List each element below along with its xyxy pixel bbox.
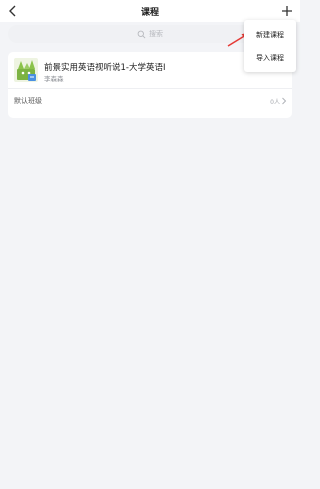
course-teacher: 李森森: [44, 75, 64, 83]
menu-item-new-course[interactable]: 新建课程: [244, 24, 296, 46]
search-placeholder: 搜索: [149, 30, 163, 38]
course-name[interactable]: 前景实用英语视听说1-大学英语I: [44, 61, 165, 73]
plus-icon[interactable]: [280, 4, 294, 18]
card-divider: [8, 88, 292, 89]
search-icon: [137, 30, 146, 38]
chevron-left-icon[interactable]: [6, 4, 20, 18]
course-thumbnail-icon: [14, 58, 38, 82]
chevron-right-icon[interactable]: [281, 97, 287, 105]
menu-item-import-course[interactable]: 导入课程: [244, 47, 296, 69]
top-bar: 课程: [0, 0, 300, 22]
class-member-count: 0人: [270, 99, 280, 106]
add-course-menu: 新建课程 导入课程: [244, 20, 296, 72]
page-title: 课程: [140, 7, 159, 18]
class-name[interactable]: 默认班级: [14, 96, 42, 106]
